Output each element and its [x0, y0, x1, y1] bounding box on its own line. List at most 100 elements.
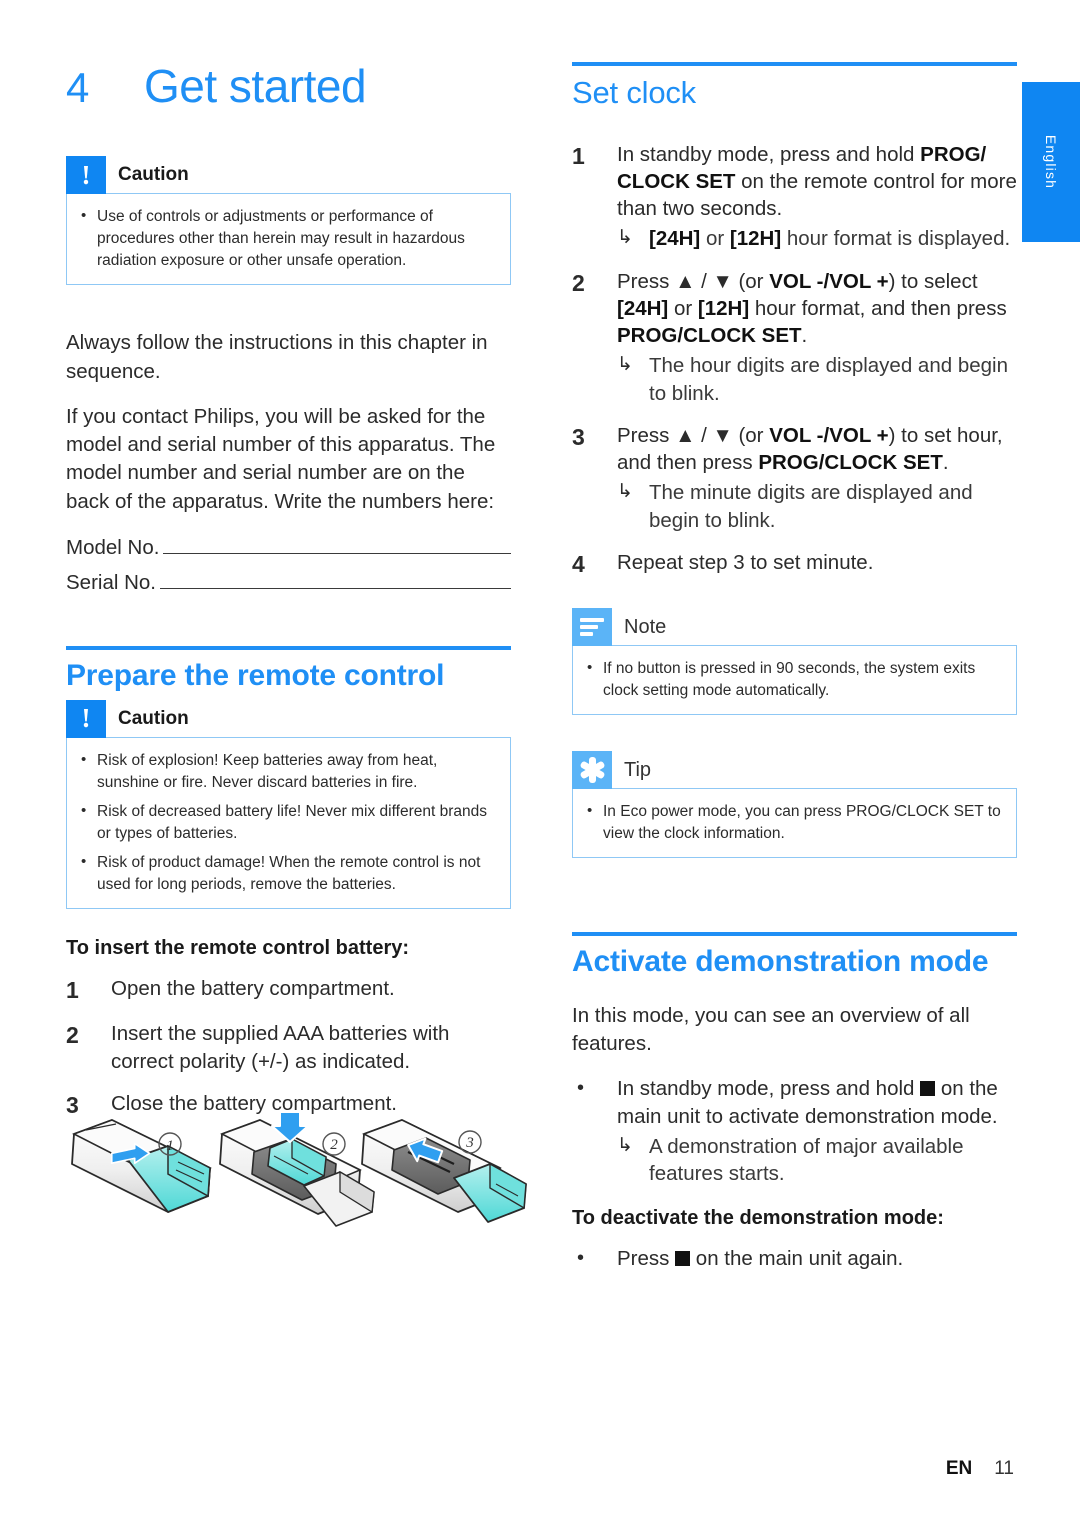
chapter-title: Get started — [144, 60, 367, 112]
step-text: Insert the supplied AAA batteries with c… — [111, 1022, 450, 1073]
page-footer: EN 11 — [946, 1458, 1014, 1480]
step-text: Press ▲ / ▼ (or VOL -/VOL +) to set hour… — [617, 422, 1017, 534]
side-tab-label: English — [1043, 134, 1059, 190]
list-item: 2 Press ▲ / ▼ (or VOL -/VOL +) to select… — [572, 268, 1017, 407]
heading-rule — [572, 932, 1017, 937]
tip-label: Tip — [624, 758, 652, 781]
deactivate-demo-bullets: • Press on the main unit again. — [572, 1245, 1017, 1272]
remote-battery-insertion-illustration: 1 2 3 — [60, 1112, 530, 1262]
exclamation-icon: ! — [66, 156, 106, 195]
set-clock-section-heading: Set clock — [572, 62, 1017, 111]
tip-header: Tip — [572, 751, 1017, 790]
caution-list: Risk of explosion! Keep batteries away f… — [79, 749, 496, 896]
result-text: The hour digits are displayed and begin … — [649, 354, 1008, 405]
result-arrow-icon: ↳ — [617, 227, 633, 249]
step-number: 2 — [66, 1022, 79, 1049]
step-number: 4 — [572, 550, 585, 577]
list-item: 1 In standby mode, press and hold PROG/ … — [572, 141, 1017, 253]
callout-label: 3 — [465, 1135, 474, 1151]
result-arrow-icon: ↳ — [617, 481, 633, 503]
tip-box: Tip In Eco power mode, you can press PRO… — [572, 751, 1017, 859]
section-title: Set clock — [572, 75, 696, 110]
caution-box-top: ! Caution Use of controls or adjustments… — [66, 156, 511, 286]
step-number: 2 — [572, 269, 585, 296]
model-number-fill-in: Model No. — [66, 533, 511, 564]
step-text-content: Press ▲ / ▼ (or VOL -/VOL +) to set hour… — [617, 423, 1003, 475]
result-text: [24H] or [12H] hour format is displayed. — [649, 227, 1011, 251]
result-arrow-icon: ↳ — [617, 1134, 633, 1156]
exclamation-glyph: ! — [81, 703, 91, 734]
bullet-glyph: • — [577, 1077, 585, 1100]
caution-label: Caution — [118, 164, 189, 186]
step-number: 1 — [66, 976, 79, 1003]
prepare-remote-section-heading: Prepare the remote control — [66, 646, 511, 694]
remote-step-1: 1 — [71, 1119, 212, 1213]
note-list: If no button is pressed in 90 seconds, t… — [585, 657, 1002, 702]
list-item: • In standby mode, press and hold on the… — [572, 1075, 1017, 1187]
bullet-glyph: • — [577, 1247, 585, 1270]
serial-number-fill-in: Serial No. — [66, 568, 511, 599]
heading-rule — [66, 646, 511, 651]
caution-list: Use of controls or adjustments or perfor… — [79, 205, 496, 272]
serial-number-label: Serial No. — [66, 570, 157, 594]
list-item: If no button is pressed in 90 seconds, t… — [585, 657, 1002, 702]
note-header: Note — [572, 608, 1017, 647]
step-text-content: In standby mode, press and hold PROG/ CL… — [617, 142, 1017, 221]
note-body: If no button is pressed in 90 seconds, t… — [572, 645, 1017, 716]
section-title: Prepare the remote control — [66, 659, 445, 693]
caution-header: ! Caution — [66, 156, 511, 195]
list-item: 2 Insert the supplied AAA batteries with… — [66, 1020, 511, 1075]
remote-illustration-svg: 1 2 3 — [71, 1112, 527, 1227]
footer-page-number: 11 — [994, 1458, 1014, 1479]
result-text: A demonstration of major available featu… — [649, 1134, 964, 1186]
chapter-heading: 4 Get started — [66, 60, 511, 112]
model-number-label: Model No. — [66, 535, 160, 559]
caution-body: Use of controls or adjustments or perfor… — [66, 193, 511, 286]
caution-body: Risk of explosion! Keep batteries away f… — [66, 736, 511, 909]
step-text: Press ▲ / ▼ (or VOL -/VOL +) to select [… — [617, 268, 1017, 407]
note-label: Note — [624, 615, 667, 638]
step-text-content: Repeat step 3 to set minute. — [617, 550, 874, 574]
note-lines-icon — [572, 608, 612, 647]
bullet-text: Press on the main unit again. — [617, 1247, 904, 1271]
exclamation-glyph: ! — [81, 159, 91, 190]
step-result: ↳ The minute digits are displayed and be… — [617, 479, 1017, 534]
bullet-text-content: In standby mode, press and hold on the m… — [617, 1077, 998, 1128]
model-number-writeline — [163, 536, 511, 554]
step-number: 1 — [572, 142, 585, 169]
remote-step-2: 2 — [219, 1112, 375, 1227]
list-item: In Eco power mode, you can press PROG/CL… — [585, 800, 1002, 845]
step-text: Repeat step 3 to set minute. — [617, 549, 1017, 579]
language-side-tab: English — [1022, 82, 1080, 242]
step-number: 3 — [572, 423, 585, 450]
left-column: 4 Get started ! Caution Use of controls … — [66, 62, 511, 1135]
result-arrow-icon: ↳ — [617, 354, 633, 376]
caution-label: Caution — [118, 707, 189, 729]
manual-page: 4 Get started ! Caution Use of controls … — [0, 0, 1080, 1527]
demo-mode-intro: In this mode, you can see an overview of… — [572, 1003, 970, 1056]
intro-paragraph-1: Always follow the instructions in this c… — [66, 331, 488, 383]
list-item: Risk of product damage! When the remote … — [79, 851, 496, 896]
insert-battery-steps: 1 Open the battery compartment. 2 Insert… — [66, 975, 511, 1120]
caution-box-remote: ! Caution Risk of explosion! Keep batter… — [66, 699, 511, 909]
serial-number-writeline — [160, 571, 511, 589]
remote-step-3: 3 — [361, 1119, 527, 1223]
chapter-number: 4 — [66, 64, 89, 111]
footer-language-code: EN — [945, 1458, 973, 1479]
section-title: Activate demonstration mode — [572, 945, 989, 979]
list-item: 1 Open the battery compartment. — [66, 975, 511, 1005]
step-result: ↳ The hour digits are displayed and begi… — [617, 352, 1017, 407]
step-result: ↳ [24H] or [12H] hour format is displaye… — [617, 225, 1017, 252]
starburst-glyph — [578, 757, 606, 784]
bullet-result: ↳ A demonstration of major available fea… — [617, 1133, 1017, 1188]
demo-mode-bullets: • In standby mode, press and hold on the… — [572, 1075, 1017, 1187]
demo-mode-section-heading: Activate demonstration mode — [572, 932, 1017, 980]
caution-header: ! Caution — [66, 699, 511, 738]
list-item: • Press on the main unit again. — [572, 1245, 1017, 1272]
callout-label: 2 — [330, 1137, 338, 1153]
heading-rule — [572, 62, 1017, 66]
intro-paragraph-2: If you contact Philips, you will be aske… — [66, 404, 496, 513]
list-item: 4 Repeat step 3 to set minute. — [572, 549, 1017, 579]
right-column: Set clock 1 In standby mode, press and h… — [572, 62, 1017, 1281]
note-lines-glyph — [580, 618, 604, 637]
